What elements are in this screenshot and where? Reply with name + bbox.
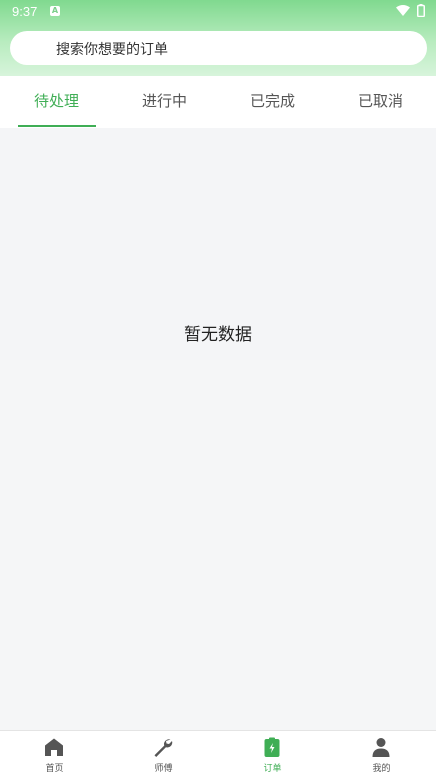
active-tab-indicator bbox=[18, 125, 96, 127]
nav-orders-label: 订单 bbox=[263, 764, 282, 774]
nav-mine[interactable]: 我的 bbox=[327, 731, 436, 775]
search-placeholder: 搜索你想要的订单 bbox=[56, 42, 168, 58]
battery-icon bbox=[417, 4, 425, 17]
nav-home[interactable]: 首页 bbox=[0, 731, 109, 775]
status-time: 9:37 bbox=[12, 4, 38, 19]
home-icon bbox=[45, 738, 63, 756]
tab-completed[interactable]: 已完成 bbox=[218, 76, 327, 128]
header: 9:37 A 搜索你想要的订单 bbox=[0, 0, 436, 76]
wrench-icon bbox=[154, 739, 173, 757]
order-clipboard-icon bbox=[264, 737, 280, 757]
nav-mine-label: 我的 bbox=[372, 764, 391, 774]
search-input[interactable]: 搜索你想要的订单 bbox=[10, 31, 427, 65]
nav-orders[interactable]: 订单 bbox=[218, 731, 327, 775]
nav-home-label: 首页 bbox=[45, 764, 64, 774]
tab-pending[interactable]: 待处理 bbox=[2, 76, 111, 128]
order-list-empty: 暂无数据 bbox=[0, 128, 436, 360]
wifi-icon bbox=[396, 5, 410, 16]
empty-state-text: 暂无数据 bbox=[184, 325, 252, 345]
user-icon bbox=[372, 738, 390, 757]
tab-cancelled[interactable]: 已取消 bbox=[326, 76, 435, 128]
bottom-nav: 首页 师傅 订单 我的 bbox=[0, 730, 436, 775]
notification-icon: A bbox=[50, 6, 60, 16]
status-bar: 9:37 A bbox=[0, 0, 436, 24]
order-status-tabs: 待处理 进行中 已完成 已取消 bbox=[0, 76, 436, 128]
nav-masters-label: 师傅 bbox=[154, 764, 173, 774]
nav-masters[interactable]: 师傅 bbox=[109, 731, 218, 775]
tab-in-progress[interactable]: 进行中 bbox=[110, 76, 219, 128]
